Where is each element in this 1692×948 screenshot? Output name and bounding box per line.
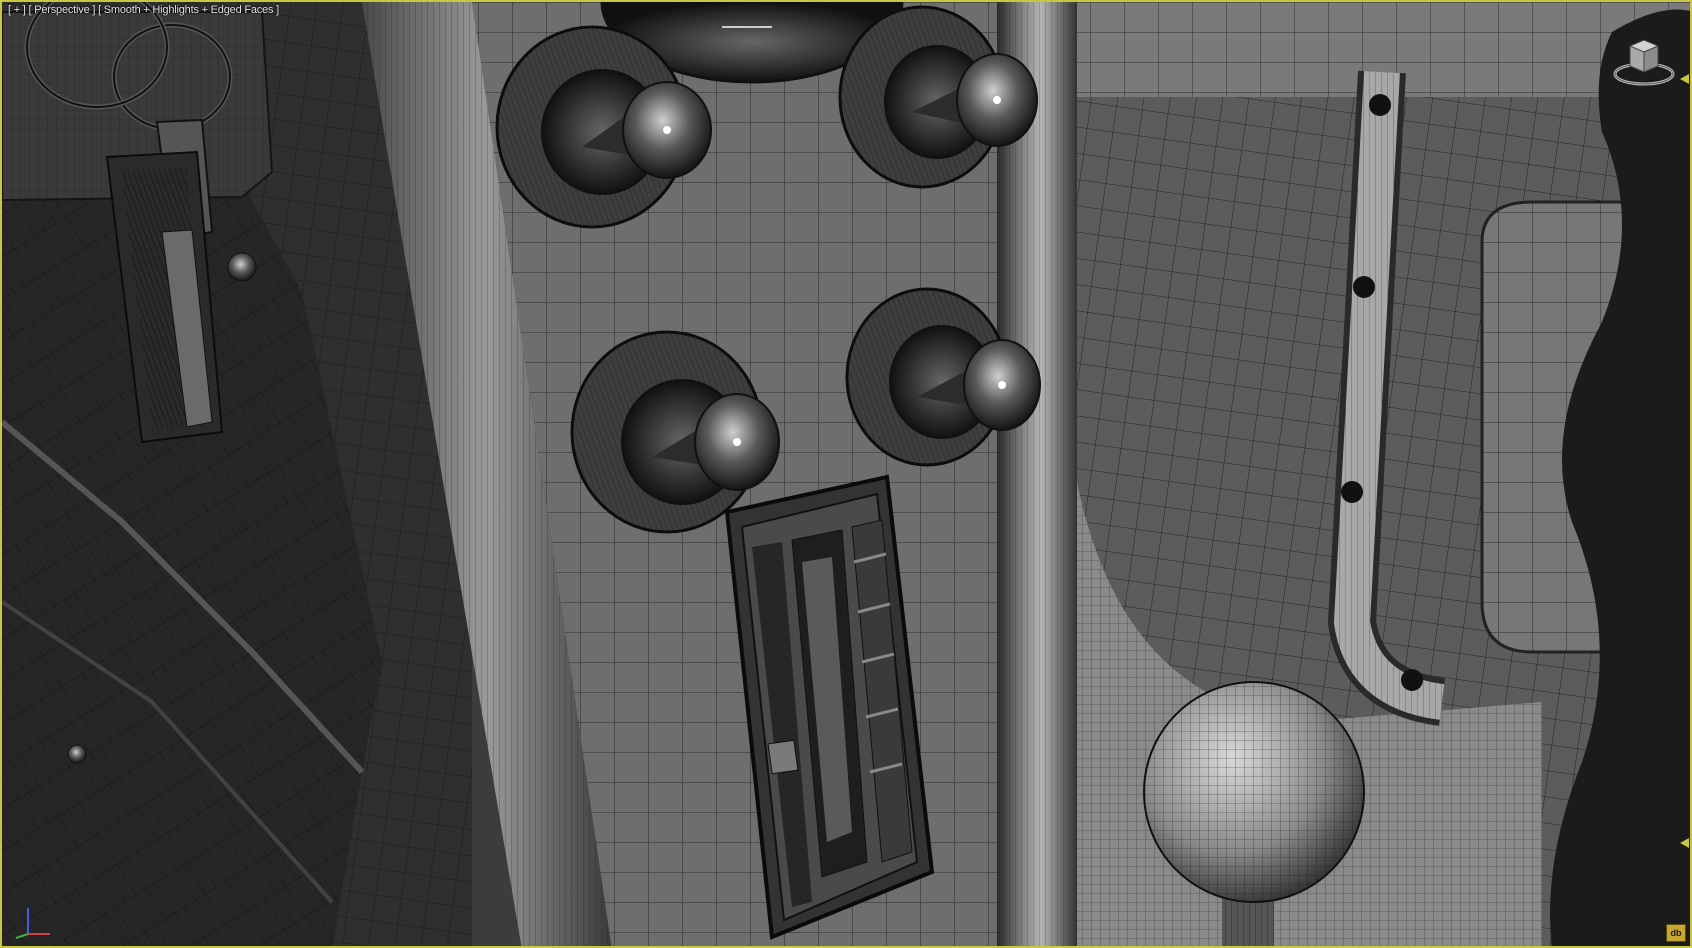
viewcube-icon[interactable] xyxy=(1612,32,1676,92)
viewport-label: [ + ] [ Perspective ] [ Smooth + Highlig… xyxy=(8,4,279,16)
status-badge[interactable]: db xyxy=(1666,924,1686,942)
view-type-button[interactable]: [ Perspective ] xyxy=(29,4,96,16)
viewport-menu-button[interactable]: [ + ] xyxy=(8,4,26,16)
axis-tripod-icon xyxy=(6,900,52,940)
shading-mode-button[interactable]: [ Smooth + Highlights + Edged Faces ] xyxy=(98,4,279,16)
viewport-arrow-top xyxy=(1680,74,1689,84)
perspective-viewport[interactable]: [ + ] [ Perspective ] [ Smooth + Highlig… xyxy=(0,0,1692,948)
viewport-scene xyxy=(2,2,1690,946)
viewport-arrow-bottom xyxy=(1680,838,1689,848)
